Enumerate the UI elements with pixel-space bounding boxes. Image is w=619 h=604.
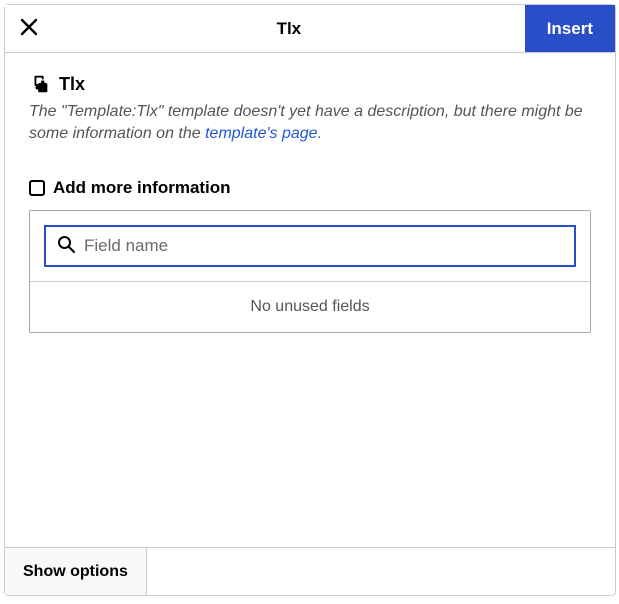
field-search-row (30, 211, 590, 281)
template-name: Tlx (59, 74, 85, 95)
close-button[interactable] (5, 5, 53, 52)
close-icon (19, 17, 39, 40)
add-info-heading-text: Add more information (53, 178, 231, 198)
description-text-suffix: . (318, 125, 322, 142)
template-description: The "Template:Tlx" template doesn't yet … (29, 101, 591, 144)
field-search-panel: No unused fields (29, 210, 591, 333)
show-options-label: Show options (23, 563, 128, 580)
dialog-footer: Show options (5, 547, 615, 595)
insert-button-label: Insert (547, 19, 593, 39)
template-dialog: Tlx Insert Tlx The "Template:Tlx" templa… (4, 4, 616, 596)
no-unused-fields-message: No unused fields (30, 281, 590, 332)
dialog-header: Tlx Insert (5, 5, 615, 53)
field-name-input[interactable] (84, 236, 564, 256)
template-page-link[interactable]: template's page (205, 125, 317, 142)
dialog-content: Tlx The "Template:Tlx" template doesn't … (5, 53, 615, 547)
field-search-wrap (44, 225, 576, 267)
template-heading: Tlx (29, 73, 591, 95)
search-icon (56, 234, 76, 259)
puzzle-icon (29, 73, 51, 95)
add-info-heading: Add more information (29, 178, 591, 198)
insert-button[interactable]: Insert (525, 5, 615, 52)
show-options-button[interactable]: Show options (5, 548, 147, 595)
dialog-title: Tlx (53, 5, 525, 52)
parameter-icon (29, 180, 45, 196)
